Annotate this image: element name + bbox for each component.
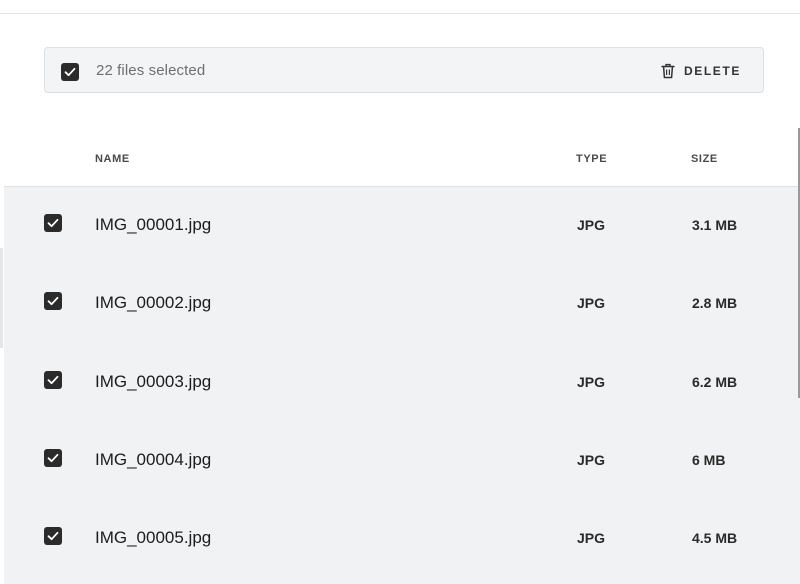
trash-icon: [661, 63, 675, 79]
row-checkbox[interactable]: [44, 214, 62, 232]
top-divider: [0, 13, 800, 14]
file-size: 4.5 MB: [692, 530, 738, 546]
check-icon: [47, 375, 59, 385]
table-row[interactable]: IMG_00004.jpg JPG 6 MB: [4, 422, 800, 500]
check-icon: [47, 531, 59, 541]
row-checkbox[interactable]: [44, 371, 62, 389]
file-type: JPG: [577, 374, 606, 390]
check-icon: [47, 218, 59, 228]
file-name: IMG_00005.jpg: [95, 528, 212, 547]
file-name: IMG_00004.jpg: [95, 450, 212, 469]
file-type: JPG: [577, 295, 606, 311]
table-header: NAME TYPE SIZE: [4, 130, 800, 187]
left-edge-mark: [0, 248, 3, 348]
file-size: 3.1 MB: [692, 217, 738, 233]
file-name: IMG_00002.jpg: [95, 293, 212, 312]
check-icon: [47, 453, 59, 463]
file-name: IMG_00001.jpg: [95, 215, 212, 234]
file-name: IMG_00003.jpg: [95, 372, 212, 391]
file-type: JPG: [577, 530, 606, 546]
table-body: IMG_00001.jpg JPG 3.1 MB IMG_00002.jpg J…: [4, 187, 800, 584]
check-icon: [64, 67, 76, 77]
row-checkbox[interactable]: [44, 292, 62, 310]
check-icon: [47, 296, 59, 306]
table-row[interactable]: IMG_00002.jpg JPG 2.8 MB: [4, 265, 800, 343]
file-size: 2.8 MB: [692, 295, 738, 311]
file-size: 6 MB: [692, 452, 726, 468]
column-header-size[interactable]: SIZE: [691, 153, 718, 165]
table-row[interactable]: IMG_00001.jpg JPG 3.1 MB: [4, 187, 800, 265]
column-header-name[interactable]: NAME: [95, 153, 130, 165]
file-type: JPG: [577, 217, 606, 233]
file-size: 6.2 MB: [692, 374, 738, 390]
row-checkbox[interactable]: [44, 527, 62, 545]
select-all-checkbox[interactable]: [61, 63, 79, 81]
selection-bar: 22 files selected DELETE: [44, 47, 764, 93]
selected-count-text: 22 files selected: [96, 62, 206, 79]
delete-label: DELETE: [684, 64, 741, 78]
column-header-type[interactable]: TYPE: [576, 153, 607, 165]
file-type: JPG: [577, 452, 606, 468]
delete-button[interactable]: DELETE: [657, 60, 745, 82]
table-row[interactable]: IMG_00003.jpg JPG 6.2 MB: [4, 344, 800, 422]
table-row[interactable]: IMG_00005.jpg JPG 4.5 MB: [4, 500, 800, 578]
row-checkbox[interactable]: [44, 449, 62, 467]
file-manager-page: 22 files selected DELETE NAME TYPE SIZE …: [0, 0, 800, 584]
